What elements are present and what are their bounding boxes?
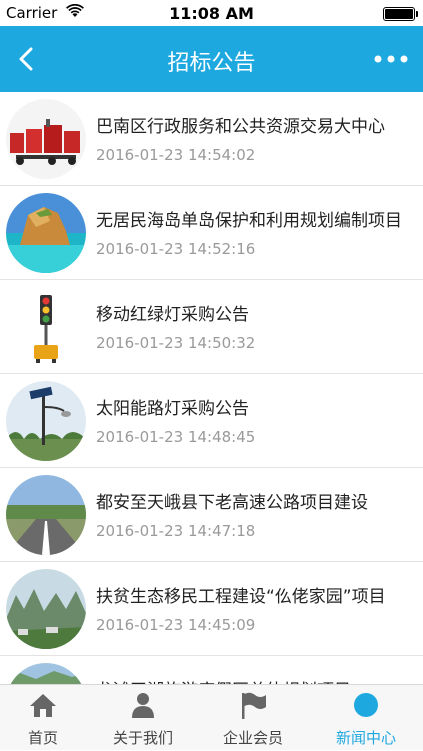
tab-about[interactable]: 关于我们 [93,685,193,751]
article-thumbnail [6,381,86,461]
article-date: 2016-01-23 14:54:02 [96,146,256,164]
article-item[interactable]: 扶贫生态移民工程建设“仫佬家园”项目 2016-01-23 14:45:09 [0,562,423,656]
article-item[interactable]: 太阳能路灯采购公告 2016-01-23 14:48:45 [0,374,423,468]
article-thumbnail [6,287,86,367]
person-icon [132,693,154,718]
article-item[interactable]: 无居民海岛单岛保护和利用规划编制项目 2016-01-23 14:52:16 [0,186,423,280]
article-thumbnail [6,475,86,555]
nav-bar: 招标公告 [0,26,423,92]
tab-label: 首页 [27,729,58,747]
article-thumbnail [6,663,86,684]
article-title: 移动红绿灯采购公告 [96,305,249,325]
more-options-icon[interactable] [373,50,409,68]
article-item[interactable]: 巴南区行政服务和公共资源交易大中心 2016-01-23 14:54:02 [0,92,423,186]
tab-members[interactable]: 企业会员 [203,685,303,751]
home-icon [30,694,56,717]
article-item[interactable]: 移动红绿灯采购公告 2016-01-23 14:50:32 [0,280,423,374]
article-date: 2016-01-23 14:45:09 [96,616,256,634]
article-date: 2016-01-23 14:48:45 [96,428,256,446]
article-title: 太阳能路灯采购公告 [96,399,249,419]
tab-label: 关于我们 [112,729,173,747]
article-thumbnail [6,193,86,273]
article-date: 2016-01-23 14:47:18 [96,522,256,540]
battery-icon [383,7,418,21]
tab-bar: 首页 关于我们 企业会员 新闻中心 [0,684,423,750]
page-title: 招标公告 [167,51,256,76]
article-item[interactable]: 都安至天峨县下老高速公路项目建设 2016-01-23 14:47:18 [0,468,423,562]
tab-label: 企业会员 [222,729,283,747]
article-thumbnail [6,569,86,649]
flag-icon [242,692,266,719]
tab-home[interactable]: 首页 [0,685,93,751]
article-title: 都安至天峨县下老高速公路项目建设 [96,493,368,513]
article-title: 龙滩天湖旅游度假区总体规划项目 [96,676,412,684]
article-date: 2016-01-23 14:50:32 [96,334,256,352]
article-item[interactable]: 龙滩天湖旅游度假区总体规划项目 [0,656,423,684]
article-date: 2016-01-23 14:52:16 [96,240,256,258]
article-title: 巴南区行政服务和公共资源交易大中心 [96,117,385,137]
dot-icon [354,693,378,717]
article-title: 无居民海岛单岛保护和利用规划编制项目 [96,211,402,231]
status-bar: Carrier 11:08 AM [0,0,423,26]
tab-label: 新闻中心 [335,729,396,747]
article-thumbnail [6,99,86,179]
clock: 11:08 AM [169,4,254,23]
tab-news[interactable]: 新闻中心 [316,685,416,751]
article-list: 巴南区行政服务和公共资源交易大中心 2016-01-23 14:54:02 无居… [0,92,423,684]
article-title: 扶贫生态移民工程建设“仫佬家园”项目 [96,587,386,607]
